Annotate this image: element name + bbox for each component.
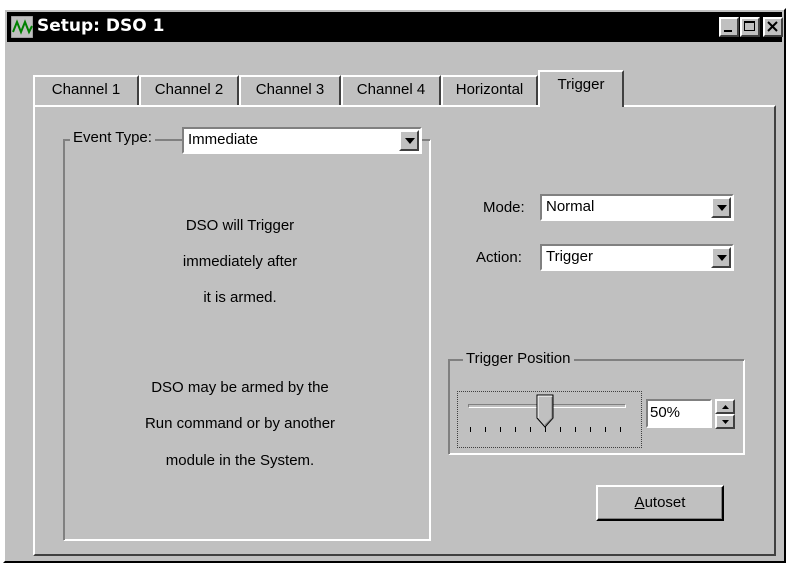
autoset-accelerator: A <box>634 494 645 511</box>
maximize-button[interactable] <box>740 17 760 37</box>
trigger-position-field[interactable]: 50% <box>646 399 712 428</box>
tab-label: Trigger <box>557 76 605 93</box>
autoset-button[interactable]: Autoset <box>596 485 724 521</box>
event-description-line: module in the System. <box>165 452 315 469</box>
mode-dropdown-button[interactable] <box>711 197 731 218</box>
title-bar[interactable]: Setup: DSO 1 <box>7 12 783 42</box>
chevron-down-icon <box>717 255 727 261</box>
autoset-label: utoset <box>644 494 686 511</box>
mode-label: Mode: <box>483 199 525 216</box>
slider-tick <box>590 427 591 432</box>
slider-tick <box>575 427 576 432</box>
event-description-line: DSO will Trigger <box>185 217 295 234</box>
tab-label: Channel 4 <box>356 81 426 98</box>
tab-channel-4[interactable]: Channel 4 <box>341 75 441 105</box>
slider-tick <box>545 427 546 432</box>
maximize-icon <box>744 21 755 31</box>
spin-down-button[interactable] <box>715 414 735 429</box>
tab-horizontal[interactable]: Horizontal <box>441 75 538 105</box>
slider-tick <box>515 427 516 432</box>
waveform-icon <box>11 16 33 38</box>
action-label: Action: <box>476 249 522 266</box>
chevron-down-icon <box>405 138 415 144</box>
slider-tick <box>485 427 486 432</box>
action-value: Trigger <box>546 248 593 265</box>
trigger-position-value: 50% <box>650 404 681 421</box>
slider-tick <box>470 427 471 432</box>
tab-label: Channel 1 <box>51 81 121 98</box>
event-type-label: Event Type: <box>70 129 155 146</box>
slider-tick <box>560 427 561 432</box>
window-title: Setup: DSO 1 <box>37 16 165 36</box>
close-icon <box>767 21 778 32</box>
tab-label: Horizontal <box>455 81 524 98</box>
tab-channel-2[interactable]: Channel 2 <box>139 75 239 105</box>
trigger-position-label: Trigger Position <box>463 350 574 367</box>
slider-tick <box>605 427 606 432</box>
arrow-down-icon <box>722 420 729 424</box>
close-button[interactable] <box>763 17 783 37</box>
event-description-line: it is armed. <box>203 289 277 306</box>
slider-thumb[interactable] <box>536 394 554 428</box>
spin-up-button[interactable] <box>715 399 735 414</box>
event-description-line: immediately after <box>182 253 298 270</box>
action-dropdown-button[interactable] <box>711 247 731 268</box>
slider-tick <box>500 427 501 432</box>
event-type-group <box>63 139 431 541</box>
event-type-dropdown-button[interactable] <box>399 130 419 151</box>
tab-channel-1[interactable]: Channel 1 <box>33 75 139 105</box>
minimize-button[interactable] <box>719 17 739 37</box>
slider-tick <box>530 427 531 432</box>
arrow-up-icon <box>722 405 729 409</box>
event-description-line: DSO may be armed by the <box>151 379 329 396</box>
chevron-down-icon <box>717 205 727 211</box>
tab-label: Channel 3 <box>255 81 325 98</box>
event-type-select[interactable]: Immediate <box>182 127 422 154</box>
setup-window: Setup: DSO 1 Channel 1 Channel 2 Channel… <box>3 8 786 563</box>
event-description-line: Run command or by another <box>144 415 336 432</box>
trigger-position-slider[interactable] <box>457 391 642 448</box>
event-type-value: Immediate <box>188 131 259 148</box>
tab-label: Channel 2 <box>154 81 224 98</box>
slider-tick <box>620 427 621 432</box>
tab-trigger[interactable]: Trigger <box>538 70 624 107</box>
mode-select[interactable]: Normal <box>540 194 734 221</box>
action-select[interactable]: Trigger <box>540 244 734 271</box>
tab-channel-3[interactable]: Channel 3 <box>239 75 341 105</box>
minimize-icon <box>724 30 732 32</box>
mode-value: Normal <box>546 198 595 215</box>
